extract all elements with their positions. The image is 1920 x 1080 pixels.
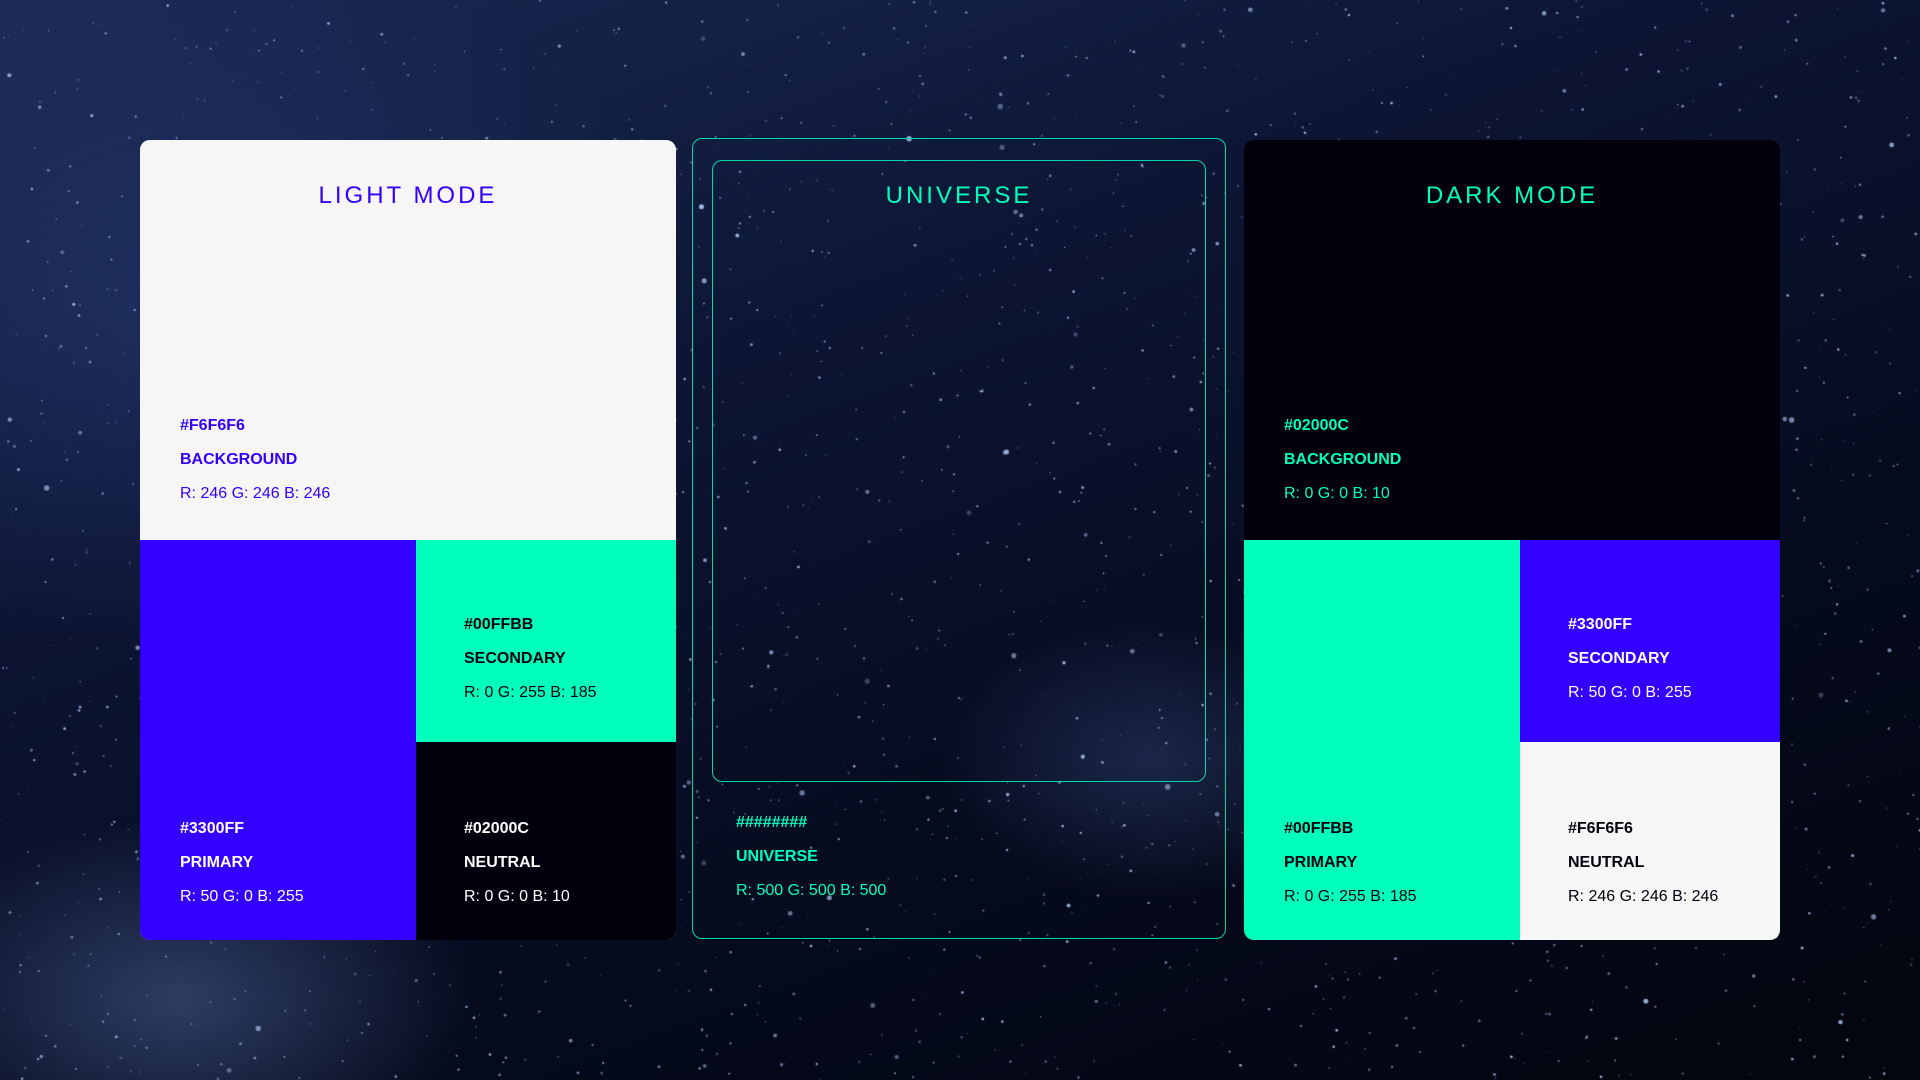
light-neutral-info: #02000C NEUTRAL R: 0 G: 0 B: 10 [464,812,570,914]
dark-primary-hex: #00FFBB [1284,820,1354,837]
light-neutral-hex: #02000C [464,820,529,837]
light-secondary-hex: #00FFBB [464,616,534,633]
dark-secondary-hex: #3300FF [1568,616,1633,633]
universe-name: UNIVERSE [736,848,818,865]
light-secondary-rgb: R: 0 G: 255 B: 185 [464,684,597,701]
dark-secondary-swatch: #3300FF SECONDARY R: 50 G: 0 B: 255 [1520,540,1780,742]
light-background-name: BACKGROUND [180,451,298,468]
dark-secondary-rgb: R: 50 G: 0 B: 255 [1568,684,1692,701]
light-primary-hex: #3300FF [180,820,245,837]
dark-primary-info: #00FFBB PRIMARY R: 0 G: 255 B: 185 [1284,812,1417,914]
light-mode-title: LIGHT MODE [318,182,498,209]
light-primary-rgb: R: 50 G: 0 B: 255 [180,888,304,905]
dark-neutral-swatch: #F6F6F6 NEUTRAL R: 246 G: 246 B: 246 [1520,742,1780,940]
dark-background-info: #02000C BACKGROUND R: 0 G: 0 B: 10 [1284,409,1401,511]
dark-background-name: BACKGROUND [1284,451,1402,468]
light-background-info: #F6F6F6 BACKGROUND R: 246 G: 246 B: 246 [180,409,330,511]
light-primary-swatch: #3300FF PRIMARY R: 50 G: 0 B: 255 [140,540,416,940]
dark-neutral-hex: #F6F6F6 [1568,820,1633,837]
dark-secondary-name: SECONDARY [1568,650,1670,667]
light-mode-card: LIGHT MODE #F6F6F6 BACKGROUND R: 246 G: … [140,140,676,940]
dark-neutral-rgb: R: 246 G: 246 B: 246 [1568,888,1719,905]
light-background-hex: #F6F6F6 [180,417,245,434]
universe-hex: ######## [736,814,808,831]
dark-neutral-info: #F6F6F6 NEUTRAL R: 246 G: 246 B: 246 [1568,812,1718,914]
light-neutral-name: NEUTRAL [464,854,541,871]
universe-swatch-frame [712,160,1206,782]
dark-background-rgb: R: 0 G: 0 B: 10 [1284,485,1390,502]
dark-mode-card: DARK MODE #02000C BACKGROUND R: 0 G: 0 B… [1244,140,1780,940]
dark-primary-swatch: #00FFBB PRIMARY R: 0 G: 255 B: 185 [1244,540,1520,940]
universe-info: ######## UNIVERSE R: 500 G: 500 B: 500 [736,806,886,908]
dark-secondary-info: #3300FF SECONDARY R: 50 G: 0 B: 255 [1568,608,1692,710]
light-primary-info: #3300FF PRIMARY R: 50 G: 0 B: 255 [180,812,304,914]
light-primary-name: PRIMARY [180,854,254,871]
light-secondary-info: #00FFBB SECONDARY R: 0 G: 255 B: 185 [464,608,597,710]
light-neutral-swatch: #02000C NEUTRAL R: 0 G: 0 B: 10 [416,742,676,940]
dark-primary-rgb: R: 0 G: 255 B: 185 [1284,888,1417,905]
universe-title: UNIVERSE [885,182,1033,209]
universe-rgb: R: 500 G: 500 B: 500 [736,882,887,899]
dark-primary-name: PRIMARY [1284,854,1358,871]
dark-background-hex: #02000C [1284,417,1349,434]
light-secondary-name: SECONDARY [464,650,566,667]
light-secondary-swatch: #00FFBB SECONDARY R: 0 G: 255 B: 185 [416,540,676,742]
dark-neutral-name: NEUTRAL [1568,854,1645,871]
light-neutral-rgb: R: 0 G: 0 B: 10 [464,888,570,905]
dark-mode-title: DARK MODE [1425,182,1599,209]
light-background-rgb: R: 246 G: 246 B: 246 [180,485,331,502]
